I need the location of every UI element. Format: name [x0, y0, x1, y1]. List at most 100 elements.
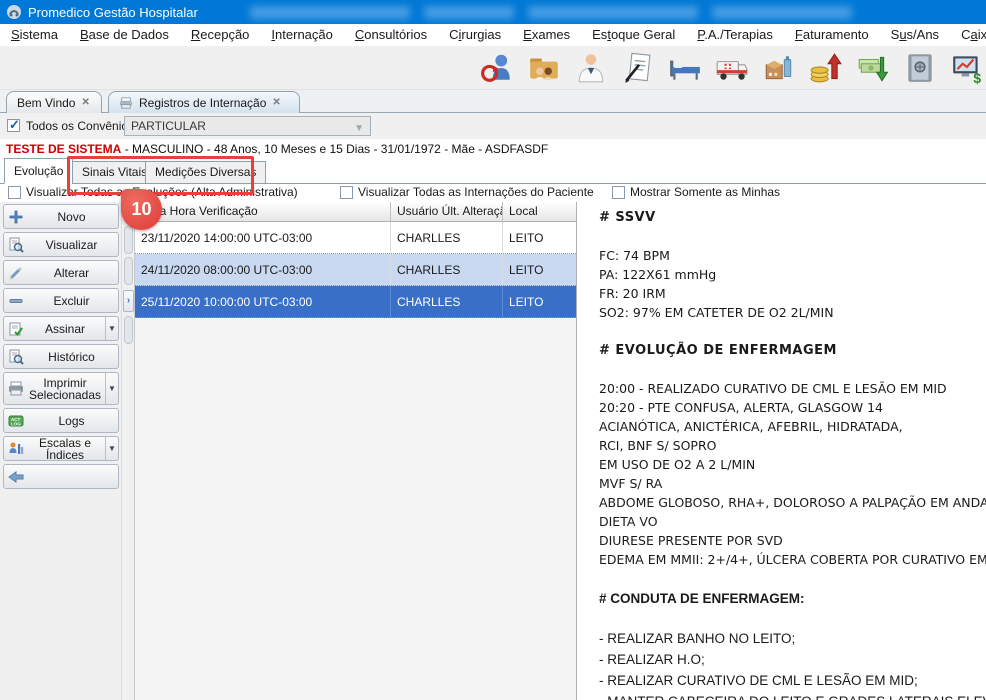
convenio-select[interactable]: PARTICULAR ▼ [124, 116, 371, 136]
table-header-row: Data Hora Verificação Usuário Últ. Alter… [135, 202, 576, 222]
tab-registros-label: Registros de Internação [139, 96, 266, 110]
convenio-sync-icon[interactable] [480, 51, 514, 85]
visualizar-internacoes-checkbox[interactable] [340, 186, 353, 199]
window-title: Promedico Gestão Hospitalar [28, 5, 198, 20]
mostrar-minhas-label: Mostrar Somente as Minhas [630, 185, 780, 199]
menu-exames[interactable]: Exames [512, 24, 581, 46]
menu-sus-ans[interactable]: Sus/Ans [880, 24, 950, 46]
svg-text:LOG: LOG [11, 421, 21, 426]
menu-internacao[interactable]: Internação [260, 24, 343, 46]
note-line: - REALIZAR H.O; [599, 649, 982, 670]
column-header-local[interactable]: Local [503, 202, 576, 221]
note-line: SO2: 97% EM CATETER DE O2 2L/MIN [599, 303, 982, 322]
note-line [599, 322, 982, 341]
imprimir-selecionadas-button[interactable]: Imprimir Selecionadas ▼ [3, 372, 119, 405]
printer-icon [119, 97, 133, 109]
application-window: Promedico Gestão Hospitalar Sistema Base… [0, 0, 986, 700]
tab-bem-vindo[interactable]: Bem Vindo ✕ [6, 91, 102, 113]
redacted-title-text [250, 6, 410, 19]
ambulance-icon[interactable] [715, 51, 749, 85]
action-sidebar: Novo Visualizar Alterar Excluir Assinar … [0, 202, 121, 700]
alterar-button[interactable]: Alterar [3, 260, 119, 285]
retornar-button[interactable] [3, 464, 119, 489]
splitter-grip [124, 257, 133, 285]
contract-sign-icon[interactable] [621, 51, 655, 85]
patients-folder-icon[interactable] [527, 51, 561, 85]
novo-button[interactable]: Novo [3, 204, 119, 229]
assinar-dropdown-icon[interactable]: ▼ [105, 317, 118, 340]
note-line: FC: 74 BPM [599, 246, 982, 265]
note-line: EDEMA EM MMII: 2+/4+, ÚLCERA COBERTA POR… [599, 550, 982, 569]
expand-chevron-button[interactable]: › [123, 290, 134, 312]
main-area: Novo Visualizar Alterar Excluir Assinar … [0, 202, 986, 700]
tab-registros-de-internacao[interactable]: Registros de Internação ✕ [108, 91, 300, 113]
edit-icon [7, 265, 25, 281]
note-line [599, 227, 982, 246]
record-tab-strip: Evolução Sinais Vitais Medições Diversas [0, 158, 986, 184]
menu-estoque-geral[interactable]: Estoque Geral [581, 24, 686, 46]
column-header-usuario[interactable]: Usuário Últ. Alteração [391, 202, 503, 221]
note-line: RCI, BNF S/ SOPRO [599, 436, 982, 455]
tab-evolucao[interactable]: Evolução [4, 158, 73, 184]
note-line: - REALIZAR BANHO NO LEITO; [599, 628, 982, 649]
table-row[interactable]: 23/11/2020 14:00:00 UTC-03:00 CHARLLES L… [135, 222, 576, 254]
visualizar-button[interactable]: Visualizar [3, 232, 119, 257]
imprimir-dropdown-icon[interactable]: ▼ [105, 373, 118, 404]
note-line: 20:00 - REALIZADO CURATIVO DE CML E LESÃ… [599, 379, 982, 398]
menu-faturamento[interactable]: Faturamento [784, 24, 880, 46]
title-bar: Promedico Gestão Hospitalar [0, 0, 986, 24]
patient-details: - MASCULINO - 48 Anos, 10 Meses e 15 Dia… [125, 142, 549, 156]
visualizar-evolucoes-checkbox[interactable] [8, 186, 21, 199]
escalas-dropdown-icon[interactable]: ▼ [105, 437, 118, 460]
doctor-icon[interactable] [574, 51, 608, 85]
money-in-icon[interactable] [809, 51, 843, 85]
column-header-data-hora[interactable]: Data Hora Verificação [135, 202, 391, 221]
close-icon[interactable]: ✕ [81, 97, 89, 108]
main-toolbar: $ [0, 46, 986, 90]
menu-caixa[interactable]: Caixa [950, 24, 986, 46]
logs-button[interactable]: ACTLOG Logs [3, 408, 119, 433]
menu-consultorios[interactable]: Consultórios [344, 24, 438, 46]
note-line [599, 569, 982, 588]
new-icon [7, 209, 25, 225]
note-line: FR: 20 IRM [599, 284, 982, 303]
note-line: MVF S/ RA [599, 474, 982, 493]
todos-convenios-checkbox[interactable] [7, 119, 20, 132]
assinar-button[interactable]: Assinar ▼ [3, 316, 119, 341]
scales-icon [7, 441, 25, 457]
convenio-value: PARTICULAR [131, 119, 206, 133]
splitter-grip [124, 316, 133, 344]
annotation-step-badge: 10 [121, 189, 162, 230]
todos-convenios-label: Todos os Convênios [26, 119, 134, 133]
close-icon[interactable]: ✕ [272, 97, 280, 108]
table-row[interactable]: 24/11/2020 08:00:00 UTC-03:00 CHARLLES L… [135, 254, 576, 286]
redacted-title-text [424, 6, 514, 19]
note-line: # EVOLUÇÃO DE ENFERMAGEM [599, 341, 982, 360]
menu-pa-terapias[interactable]: P.A./Terapias [686, 24, 784, 46]
tab-medicoes-diversas[interactable]: Medições Diversas [145, 161, 266, 184]
chevron-down-icon: ▼ [354, 120, 364, 138]
menu-base-de-dados[interactable]: Base de Dados [69, 24, 180, 46]
delete-icon [7, 293, 25, 309]
menu-sistema[interactable]: Sistema [0, 24, 69, 46]
excluir-button[interactable]: Excluir [3, 288, 119, 313]
redacted-title-text [712, 6, 852, 19]
safe-icon[interactable] [903, 51, 937, 85]
note-line: PA: 122X61 mmHg [599, 265, 982, 284]
note-line: # CONDUTA DE ENFERMAGEM: [599, 588, 982, 609]
finance-chart-icon[interactable]: $ [950, 51, 984, 85]
stock-items-icon[interactable] [762, 51, 796, 85]
money-out-icon[interactable] [856, 51, 890, 85]
historico-button[interactable]: Histórico [3, 344, 119, 369]
table-row-selected[interactable]: 25/11/2020 10:00:00 UTC-03:00 CHARLLES L… [135, 286, 576, 318]
escalas-indices-button[interactable]: Escalas e Índices ▼ [3, 436, 119, 461]
splitter-grip [124, 226, 133, 254]
menu-recepcao[interactable]: Recepção [180, 24, 261, 46]
note-line: DIURESE PRESENTE POR SVD [599, 531, 982, 550]
logs-icon: ACTLOG [7, 413, 25, 429]
hospital-bed-icon[interactable] [668, 51, 702, 85]
mostrar-minhas-checkbox[interactable] [612, 186, 625, 199]
menu-cirurgias[interactable]: Cirurgias [438, 24, 512, 46]
visualizar-evolucoes-label: Visualizar Todas as Evoluções (Alta Admi… [26, 185, 298, 199]
patient-name: TESTE DE SISTEMA [6, 142, 121, 156]
